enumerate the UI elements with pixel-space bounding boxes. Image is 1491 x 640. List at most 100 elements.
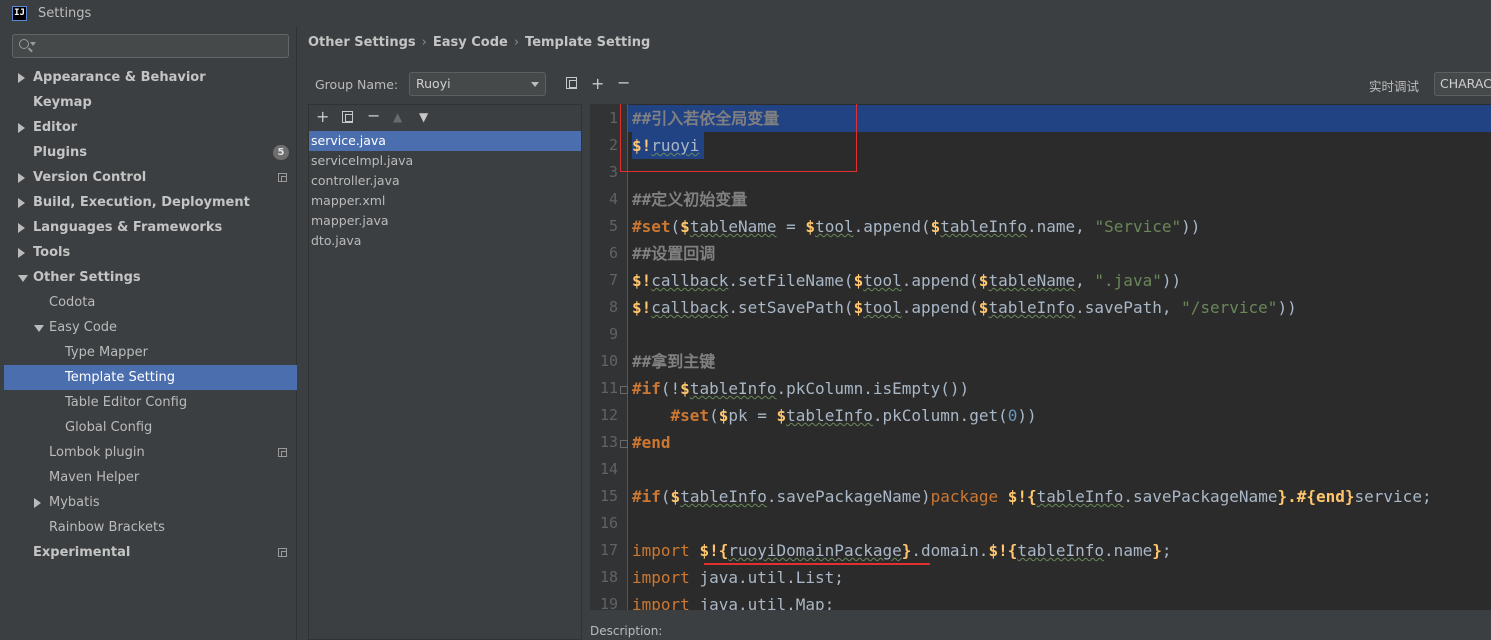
breadcrumb-separator-icon: › <box>513 35 520 50</box>
live-debug-select[interactable]: CHARACTER <box>1434 72 1491 96</box>
sidebar-item[interactable]: Maven Helper <box>4 465 297 490</box>
move-down-icon[interactable]: ▼ <box>419 109 428 125</box>
sidebar-item[interactable]: Tools <box>4 240 297 265</box>
sidebar-item-label: Version Control <box>33 170 147 185</box>
code-token: }.#{end} <box>1277 487 1355 506</box>
sidebar-item[interactable]: Rainbow Brackets <box>4 515 297 540</box>
copy-file-button[interactable] <box>342 111 353 123</box>
sidebar-item[interactable]: Keymap <box>4 90 297 115</box>
code-token: java.util.List; <box>699 568 844 587</box>
sidebar-item[interactable]: Easy Code <box>4 315 297 340</box>
title-bar: IJ Settings <box>0 0 1491 26</box>
sidebar-item[interactable]: Codota <box>4 290 297 315</box>
sidebar-item[interactable]: Mybatis <box>4 490 297 515</box>
template-file-item[interactable]: service.java <box>309 131 581 151</box>
code-token: ( <box>660 487 671 506</box>
move-up-icon[interactable]: ▲ <box>393 109 402 125</box>
line-number: 3 <box>608 163 618 181</box>
code-token: import <box>632 568 700 587</box>
code-token: .pkColumn.isEmpty()) <box>776 379 970 398</box>
code-token: $ <box>680 217 690 236</box>
sidebar-item[interactable]: Build, Execution, Deployment <box>4 190 297 215</box>
sidebar-item[interactable]: Experimental <box>4 540 297 565</box>
sidebar-item-label: Easy Code <box>49 320 118 335</box>
code-token: $ <box>930 217 941 236</box>
line-number: 14 <box>599 460 618 478</box>
sidebar-item[interactable]: Version Control <box>4 165 297 190</box>
code-token: tableName <box>988 271 1076 290</box>
settings-tree: Appearance & Behavior Keymap Editor Plugins… <box>4 65 297 565</box>
code-token: $!{ <box>1007 487 1037 506</box>
code-token: )) <box>1161 271 1182 290</box>
collapse-arrow-icon[interactable] <box>18 223 25 233</box>
code-token: tableInfo <box>786 406 873 425</box>
expand-arrow-icon[interactable] <box>34 325 44 332</box>
code-line: $!callback.setSavePath($tool.append($tab… <box>632 294 1297 321</box>
sidebar-item-label: Mybatis <box>49 495 100 510</box>
code-token: )) <box>1181 217 1201 236</box>
search-icon <box>19 39 29 49</box>
fold-icon[interactable] <box>620 386 628 394</box>
sidebar-item-label: Lombok plugin <box>49 445 145 460</box>
collapse-arrow-icon[interactable] <box>18 198 25 208</box>
code-token: tableInfo <box>940 217 1027 236</box>
code-token: tool <box>815 217 854 236</box>
fold-icon[interactable] <box>620 440 628 448</box>
code-line: #set($pk = $tableInfo.pkColumn.get(0)) <box>632 402 1037 429</box>
sidebar-item[interactable]: Appearance & Behavior <box>4 65 297 90</box>
code-token: $ <box>776 406 787 425</box>
group-name-select[interactable]: Ruoyi <box>409 72 546 96</box>
code-token: .setSavePath( <box>728 298 854 317</box>
sidebar-item[interactable]: Other Settings <box>4 265 297 290</box>
collapse-arrow-icon[interactable] <box>18 73 25 83</box>
sidebar-item-label: Keymap <box>33 95 92 110</box>
code-token: ##定义初始变量 <box>632 190 748 209</box>
template-file-item[interactable]: mapper.xml <box>309 191 581 211</box>
sidebar-item[interactable]: Type Mapper <box>4 340 297 365</box>
line-number: 17 <box>599 541 618 559</box>
collapse-arrow-icon[interactable] <box>18 123 25 133</box>
line-number: 15 <box>599 487 618 505</box>
code-token: service; <box>1354 487 1432 506</box>
template-file-item[interactable]: mapper.java <box>309 211 581 231</box>
code-token: #if <box>632 379 661 398</box>
sidebar-item[interactable]: Editor <box>4 115 297 140</box>
code-token: } <box>1152 541 1162 560</box>
code-token: .append( <box>901 298 979 317</box>
sidebar-item[interactable]: Global Config <box>4 415 297 440</box>
add-file-button[interactable]: + <box>316 109 329 125</box>
sidebar-item[interactable]: Table Editor Config <box>4 390 297 415</box>
code-token: #set <box>670 406 710 425</box>
code-token: ( <box>709 406 719 425</box>
add-group-button[interactable]: + <box>591 76 604 92</box>
breadcrumb: Other Settings › Easy Code › Template Settin… <box>308 35 650 50</box>
code-token: )) <box>1017 406 1037 425</box>
code-token: $ <box>670 487 681 506</box>
code-token: java.util.Map; <box>699 595 835 610</box>
expand-arrow-icon[interactable] <box>18 275 28 282</box>
collapse-arrow-icon[interactable] <box>18 248 25 258</box>
sidebar-item-label: Rainbow Brackets <box>49 520 165 535</box>
sidebar-item[interactable]: Lombok plugin <box>4 440 297 465</box>
search-input[interactable] <box>12 34 289 58</box>
template-file-item[interactable]: serviceImpl.java <box>309 151 581 171</box>
chevron-down-icon <box>30 42 36 46</box>
code-token: , <box>1075 271 1095 290</box>
template-file-item[interactable]: dto.java <box>309 231 581 251</box>
sidebar-item[interactable]: Template Setting <box>4 365 297 390</box>
code-token: .savePath, <box>1075 298 1182 317</box>
code-token: callback <box>651 298 729 317</box>
sidebar-item[interactable]: Plugins 5 <box>4 140 297 165</box>
template-file-item[interactable]: controller.java <box>309 171 581 191</box>
collapse-arrow-icon[interactable] <box>34 498 41 508</box>
remove-group-button[interactable]: − <box>617 75 630 91</box>
remove-file-button[interactable]: − <box>367 108 380 124</box>
code-token: $ <box>853 298 864 317</box>
sidebar-item[interactable]: Languages & Frameworks <box>4 215 297 240</box>
collapse-arrow-icon[interactable] <box>18 173 25 183</box>
sidebar-item-label: Plugins <box>33 145 87 160</box>
line-number: 6 <box>608 244 618 262</box>
copy-group-button[interactable] <box>566 77 577 89</box>
template-code-editor[interactable]: 1 2 3 4 5 6 7 8 9 10 11 12 13 14 15 16 17 18 19 ##引入若依全局变量… <box>590 104 1491 610</box>
window-title: Settings <box>38 5 92 21</box>
